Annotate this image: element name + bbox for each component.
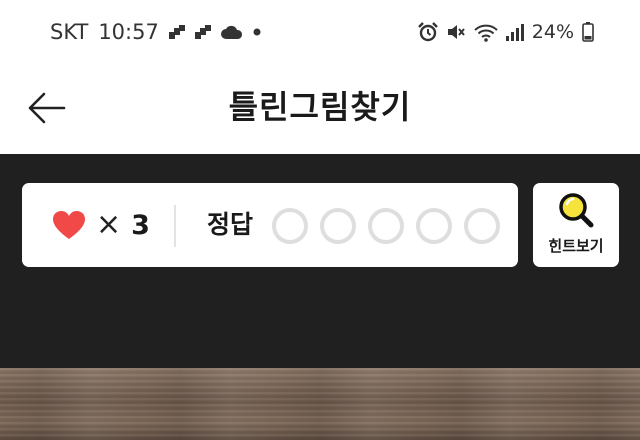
app-header: 틀린그림찾기 (0, 62, 640, 154)
answer-label: 정답 (207, 210, 254, 239)
magnifier-icon (559, 193, 594, 228)
lives-indicator: × 3 (52, 183, 150, 267)
answer-slot (368, 208, 404, 244)
game-area: × 3 정답 힌트보기 (0, 154, 640, 368)
divider (174, 205, 176, 247)
hint-button[interactable]: 힌트보기 (533, 183, 619, 267)
answer-slot (464, 208, 500, 244)
status-panel: × 3 정답 (22, 183, 518, 267)
cloud-icon (220, 25, 243, 39)
battery-icon (582, 22, 594, 42)
heart-icon (53, 211, 85, 239)
answer-slot (416, 208, 452, 244)
carrier-label: SKT (50, 20, 89, 44)
alarm-icon (417, 22, 438, 42)
status-bar-left: SKT 10:57 (50, 19, 261, 45)
status-bar-right: 24% (417, 19, 594, 45)
answer-slots (272, 208, 500, 244)
dot-icon (253, 28, 261, 36)
mute-icon (446, 22, 466, 42)
answer-slot (272, 208, 308, 244)
puzzle-image[interactable] (0, 368, 640, 440)
battery-percent: 24% (531, 21, 574, 43)
page-title: 틀린그림찾기 (228, 88, 412, 126)
answer-slot (320, 208, 356, 244)
notification-icon (194, 25, 211, 39)
lives-count: 3 (131, 209, 150, 241)
signal-icon (505, 23, 524, 41)
clock: 10:57 (98, 20, 159, 44)
hint-label: 힌트보기 (548, 237, 604, 255)
status-bar: SKT 10:57 24% (0, 0, 640, 62)
wifi-icon (474, 22, 498, 42)
multiply-sign: × (96, 207, 122, 242)
notification-icon (168, 25, 185, 39)
